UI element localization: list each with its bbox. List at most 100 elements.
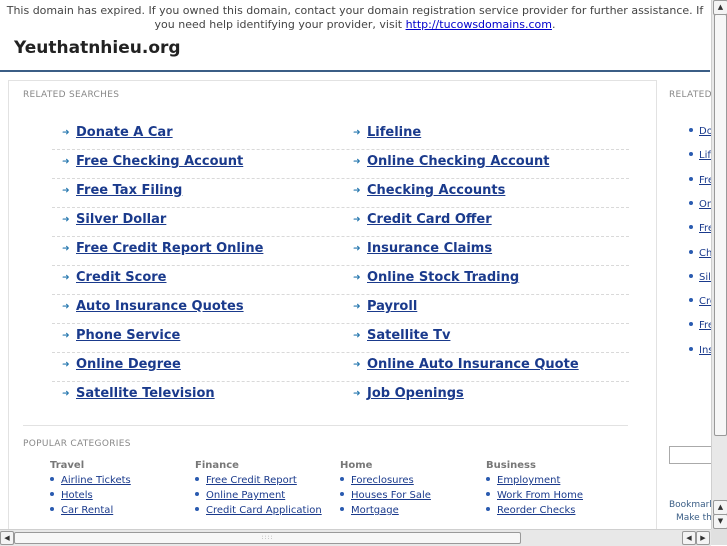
horizontal-scroll-thumb[interactable]: ::::	[14, 532, 521, 544]
make-homepage-text[interactable]: Make this	[676, 513, 711, 523]
side-list-item: Cre	[689, 296, 711, 307]
expired-notice: This domain has expired. If you owned th…	[0, 0, 710, 36]
side-link[interactable]: Fre	[699, 175, 711, 186]
related-link-right: ➜ Online Stock Trading	[353, 270, 519, 285]
related-search-link[interactable]: Insurance Claims	[367, 241, 492, 256]
bullet-icon	[689, 152, 693, 157]
side-list-item: Fre	[689, 175, 711, 186]
arrow-right-icon: ➜	[62, 157, 70, 167]
arrow-right-icon: ➜	[353, 128, 361, 138]
list-item: Employment	[486, 475, 583, 486]
category-link[interactable]: Airline Tickets	[61, 475, 131, 486]
arrow-right-icon: ➜	[62, 244, 70, 254]
related-search-link[interactable]: Online Checking Account	[367, 154, 549, 169]
side-search-input[interactable]	[669, 446, 711, 464]
category-link[interactable]: Credit Card Application	[206, 505, 322, 516]
bullet-icon	[340, 492, 344, 496]
arrow-right-icon: ➜	[353, 215, 361, 225]
related-search-link[interactable]: Free Tax Filing	[76, 183, 182, 198]
side-list-item: Fre	[689, 320, 711, 331]
arrow-right-icon: ➜	[353, 244, 361, 254]
related-search-link[interactable]: Satellite Television	[76, 386, 215, 401]
bookmark-text[interactable]: Bookmark	[669, 500, 711, 510]
arrow-right-icon: ➜	[62, 186, 70, 196]
related-search-link[interactable]: Donate A Car	[76, 125, 173, 140]
popular-categories-heading: POPULAR CATEGORIES	[23, 439, 131, 449]
bullet-icon	[195, 492, 199, 496]
category-link[interactable]: Reorder Checks	[497, 505, 575, 516]
tucows-link[interactable]: http://tucowsdomains.com	[406, 18, 552, 31]
scroll-up-icon-2[interactable]: ▲	[713, 500, 727, 515]
related-search-link[interactable]: Free Credit Report Online	[76, 241, 263, 256]
category-link[interactable]: Online Payment	[206, 490, 285, 501]
vertical-scrollbar[interactable]: ▲ ▲ ▼	[711, 0, 727, 529]
related-link-right: ➜ Job Openings	[353, 386, 464, 401]
bullet-icon	[689, 322, 693, 327]
arrow-right-icon: ➜	[353, 389, 361, 399]
header-divider	[0, 70, 710, 72]
related-link-right: ➜ Checking Accounts	[353, 183, 505, 198]
category-link[interactable]: Car Rental	[61, 505, 113, 516]
related-search-link[interactable]: Auto Insurance Quotes	[76, 299, 244, 314]
side-related-heading: RELATED	[669, 90, 711, 100]
bullet-icon	[689, 200, 693, 205]
related-search-link[interactable]: Online Degree	[76, 357, 181, 372]
side-link[interactable]: Ch	[699, 248, 711, 259]
category-link[interactable]: Houses For Sale	[351, 490, 431, 501]
category-link[interactable]: Mortgage	[351, 505, 399, 516]
list-item: Credit Card Application	[195, 505, 322, 516]
related-link-right: ➜ Insurance Claims	[353, 241, 492, 256]
arrow-right-icon: ➜	[353, 186, 361, 196]
table-row: ➜ Satellite Television ➜ Job Openings	[52, 381, 629, 410]
scroll-right-icon[interactable]: ▶	[696, 531, 710, 545]
related-search-link[interactable]: Online Stock Trading	[367, 270, 519, 285]
category-link[interactable]: Foreclosures	[351, 475, 414, 486]
related-search-link[interactable]: Lifeline	[367, 125, 421, 140]
related-search-link[interactable]: Credit Card Offer	[367, 212, 492, 227]
side-link[interactable]: Onl	[699, 199, 711, 210]
category-link[interactable]: Hotels	[61, 490, 93, 501]
related-search-link[interactable]: Phone Service	[76, 328, 180, 343]
side-link[interactable]: Cre	[699, 296, 711, 307]
list-item: Online Payment	[195, 490, 322, 501]
arrow-right-icon: ➜	[353, 157, 361, 167]
category-link[interactable]: Free Credit Report	[206, 475, 297, 486]
category-title: Home	[340, 460, 373, 471]
table-row: ➜ Phone Service ➜ Satellite Tv	[52, 323, 629, 353]
side-list-item: Silv	[689, 272, 711, 283]
scroll-up-icon[interactable]: ▲	[713, 0, 727, 15]
side-link[interactable]: Fre	[699, 223, 711, 234]
related-search-link[interactable]: Silver Dollar	[76, 212, 166, 227]
arrow-right-icon: ➜	[62, 331, 70, 341]
related-search-link[interactable]: Payroll	[367, 299, 417, 314]
side-link[interactable]: Fre	[699, 320, 711, 331]
related-search-link[interactable]: Satellite Tv	[367, 328, 450, 343]
bullet-icon	[689, 128, 693, 132]
scroll-left-icon[interactable]: ◀	[0, 531, 14, 545]
related-link-left: ➜ Satellite Television	[62, 386, 215, 401]
side-link[interactable]: Life	[699, 150, 711, 161]
scroll-left-icon-2[interactable]: ◀	[682, 531, 696, 545]
vertical-scroll-thumb[interactable]	[714, 14, 727, 436]
related-search-link[interactable]: Job Openings	[367, 386, 464, 401]
bullet-icon	[195, 477, 199, 481]
category-link[interactable]: Employment	[497, 475, 560, 486]
related-search-link[interactable]: Checking Accounts	[367, 183, 505, 198]
side-link[interactable]: Silv	[699, 272, 711, 283]
category-link[interactable]: Work From Home	[497, 490, 583, 501]
arrow-right-icon: ➜	[62, 273, 70, 283]
related-search-link[interactable]: Credit Score	[76, 270, 167, 285]
side-link[interactable]: Do	[699, 126, 711, 137]
scroll-down-icon[interactable]: ▼	[713, 514, 727, 529]
scrollbar-corner	[711, 529, 727, 545]
side-list-item: Ch	[689, 248, 711, 259]
side-link[interactable]: Ins	[699, 345, 711, 356]
related-link-left: ➜ Free Credit Report Online	[62, 241, 263, 256]
horizontal-scrollbar[interactable]: ◀ :::: ◀ ▶	[0, 529, 711, 546]
bullet-icon	[486, 492, 490, 496]
table-row: ➜ Free Credit Report Online ➜ Insurance Cla…	[52, 236, 629, 266]
related-search-link[interactable]: Online Auto Insurance Quote	[367, 357, 579, 372]
related-search-link[interactable]: Free Checking Account	[76, 154, 243, 169]
related-link-right: ➜ Credit Card Offer	[353, 212, 492, 227]
side-list-item: Life	[689, 150, 711, 161]
